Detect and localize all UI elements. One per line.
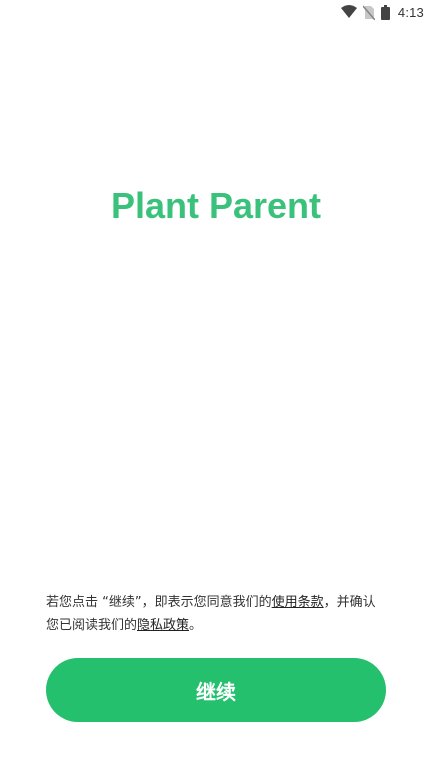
status-bar: 4:13 <box>0 0 432 24</box>
battery-icon <box>380 4 390 20</box>
no-sim-icon <box>362 4 375 20</box>
consent-text: 若您点击 “继续”，即表示您同意我们的使用条款，并确认您已阅读我们的隐私政策。 <box>46 591 386 637</box>
consent-prefix: 若您点击 “继续”，即表示您同意我们的 <box>46 595 272 610</box>
privacy-policy-link[interactable]: 隐私政策 <box>137 618 189 633</box>
continue-button[interactable]: 继续 <box>46 658 386 722</box>
status-time: 4:13 <box>397 4 424 20</box>
app-title: Plant Parent <box>110 185 322 226</box>
terms-of-use-link[interactable]: 使用条款 <box>272 595 324 610</box>
consent-suffix: 。 <box>189 618 203 633</box>
wifi-icon <box>340 5 357 19</box>
